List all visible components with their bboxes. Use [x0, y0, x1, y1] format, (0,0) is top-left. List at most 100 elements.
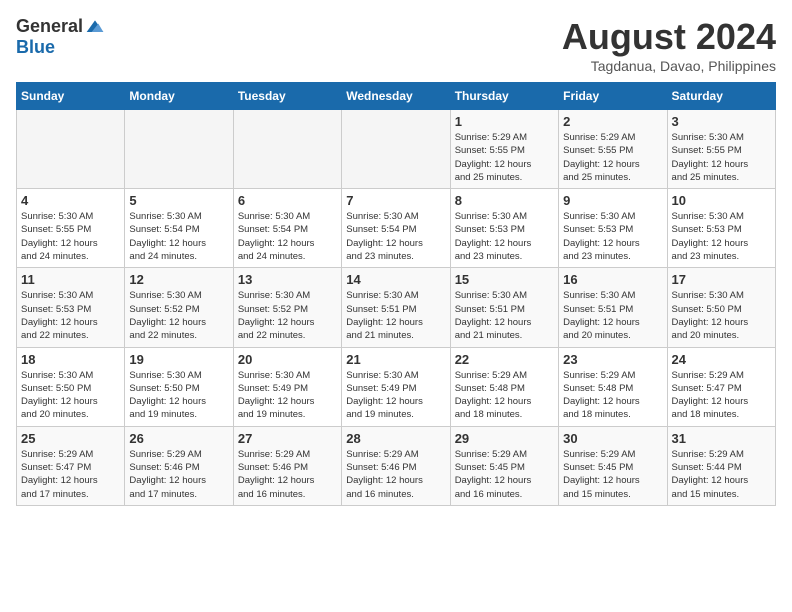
calendar-table: SundayMondayTuesdayWednesdayThursdayFrid…: [16, 82, 776, 506]
cell-info: Sunrise: 5:30 AM Sunset: 5:54 PM Dayligh…: [129, 210, 228, 263]
calendar-cell: 30Sunrise: 5:29 AM Sunset: 5:45 PM Dayli…: [559, 426, 667, 505]
calendar-week-4: 18 Sunrise: 5:30 AM Sunset: 5:50 PM Dayli…: [17, 347, 776, 426]
cell-date: 2: [563, 114, 662, 129]
calendar-cell: [17, 110, 125, 189]
cell-info: Sunrise: 5:30 AM Sunset: 5:51 PM Dayligh…: [346, 289, 445, 342]
cell-info: Sunrise: 5:29 AM Sunset: 5:55 PM Dayligh…: [455, 131, 554, 184]
calendar-cell: 25 Sunrise: 5:29 AM Sunset: 5:47 PM Dayli…: [17, 426, 125, 505]
cell-info: Sunrise: 5:30 AM Sunset: 5:50 PM Dayligh…: [129, 369, 228, 422]
cell-date: 28: [346, 431, 445, 446]
cell-date: 7: [346, 193, 445, 208]
cell-info: Sunrise: 5:30 AM Sunset: 5:50 PM Dayligh…: [21, 369, 120, 422]
cell-info: Sunrise: 5:30 AM Sunset: 5:50 PM Dayligh…: [672, 289, 771, 342]
calendar-cell: 8 Sunrise: 5:30 AM Sunset: 5:53 PM Daylig…: [450, 189, 558, 268]
calendar-cell: 27Sunrise: 5:29 AM Sunset: 5:46 PM Dayli…: [233, 426, 341, 505]
calendar-cell: 28 Sunrise: 5:29 AM Sunset: 5:46 PM Dayli…: [342, 426, 450, 505]
cell-date: 22: [455, 352, 554, 367]
day-header-tuesday: Tuesday: [233, 83, 341, 110]
day-header-wednesday: Wednesday: [342, 83, 450, 110]
calendar-cell: 4 Sunrise: 5:30 AM Sunset: 5:55 PM Daylig…: [17, 189, 125, 268]
cell-info: Sunrise: 5:30 AM Sunset: 5:54 PM Dayligh…: [346, 210, 445, 263]
calendar-cell: 17 Sunrise: 5:30 AM Sunset: 5:50 PM Dayli…: [667, 268, 775, 347]
day-header-monday: Monday: [125, 83, 233, 110]
cell-date: 19: [129, 352, 228, 367]
cell-date: 20: [238, 352, 337, 367]
cell-date: 17: [672, 272, 771, 287]
cell-date: 12: [129, 272, 228, 287]
calendar-cell: 20 Sunrise: 5:30 AM Sunset: 5:49 PM Dayli…: [233, 347, 341, 426]
cell-date: 13: [238, 272, 337, 287]
cell-info: Sunrise: 5:30 AM Sunset: 5:51 PM Dayligh…: [455, 289, 554, 342]
cell-date: 14: [346, 272, 445, 287]
cell-date: 5: [129, 193, 228, 208]
cell-info: Sunrise: 5:29 AM Sunset: 5:46 PM Dayligh…: [129, 448, 228, 501]
calendar-week-3: 11 Sunrise: 5:30 AM Sunset: 5:53 PM Dayli…: [17, 268, 776, 347]
cell-info: Sunrise: 5:30 AM Sunset: 5:52 PM Dayligh…: [129, 289, 228, 342]
cell-date: 10: [672, 193, 771, 208]
calendar-cell: 21Sunrise: 5:30 AM Sunset: 5:49 PM Dayli…: [342, 347, 450, 426]
location-title: Tagdanua, Davao, Philippines: [562, 58, 776, 74]
cell-date: 15: [455, 272, 554, 287]
page-header: General Blue August 2024 Tagdanua, Davao…: [16, 16, 776, 74]
calendar-cell: [125, 110, 233, 189]
calendar-cell: 15 Sunrise: 5:30 AM Sunset: 5:51 PM Dayli…: [450, 268, 558, 347]
logo-general: General: [16, 16, 83, 37]
cell-date: 3: [672, 114, 771, 129]
logo: General Blue: [16, 16, 105, 58]
cell-date: 1: [455, 114, 554, 129]
cell-date: 11: [21, 272, 120, 287]
cell-date: 8: [455, 193, 554, 208]
calendar-cell: 18 Sunrise: 5:30 AM Sunset: 5:50 PM Dayli…: [17, 347, 125, 426]
cell-info: Sunrise: 5:30 AM Sunset: 5:53 PM Dayligh…: [21, 289, 120, 342]
cell-info: Sunrise: 5:30 AM Sunset: 5:52 PM Dayligh…: [238, 289, 337, 342]
calendar-cell: 22Sunrise: 5:29 AM Sunset: 5:48 PM Dayli…: [450, 347, 558, 426]
day-header-friday: Friday: [559, 83, 667, 110]
calendar-cell: 24Sunrise: 5:29 AM Sunset: 5:47 PM Dayli…: [667, 347, 775, 426]
calendar-cell: 23Sunrise: 5:29 AM Sunset: 5:48 PM Dayli…: [559, 347, 667, 426]
calendar-cell: 3 Sunrise: 5:30 AM Sunset: 5:55 PM Daylig…: [667, 110, 775, 189]
calendar-cell: [233, 110, 341, 189]
cell-info: Sunrise: 5:29 AM Sunset: 5:46 PM Dayligh…: [346, 448, 445, 501]
cell-info: Sunrise: 5:30 AM Sunset: 5:55 PM Dayligh…: [21, 210, 120, 263]
calendar-cell: 11 Sunrise: 5:30 AM Sunset: 5:53 PM Dayli…: [17, 268, 125, 347]
cell-info: Sunrise: 5:29 AM Sunset: 5:55 PM Dayligh…: [563, 131, 662, 184]
calendar-cell: 26 Sunrise: 5:29 AM Sunset: 5:46 PM Dayli…: [125, 426, 233, 505]
cell-date: 6: [238, 193, 337, 208]
month-title: August 2024: [562, 16, 776, 58]
cell-info: Sunrise: 5:29 AM Sunset: 5:44 PM Dayligh…: [672, 448, 771, 501]
cell-info: Sunrise: 5:30 AM Sunset: 5:53 PM Dayligh…: [455, 210, 554, 263]
calendar-cell: 19 Sunrise: 5:30 AM Sunset: 5:50 PM Dayli…: [125, 347, 233, 426]
title-section: August 2024 Tagdanua, Davao, Philippines: [562, 16, 776, 74]
calendar-body: 1 Sunrise: 5:29 AM Sunset: 5:55 PM Daylig…: [17, 110, 776, 506]
day-header-saturday: Saturday: [667, 83, 775, 110]
cell-info: Sunrise: 5:29 AM Sunset: 5:46 PM Dayligh…: [238, 448, 337, 501]
cell-info: Sunrise: 5:30 AM Sunset: 5:55 PM Dayligh…: [672, 131, 771, 184]
cell-info: Sunrise: 5:30 AM Sunset: 5:51 PM Dayligh…: [563, 289, 662, 342]
cell-info: Sunrise: 5:29 AM Sunset: 5:47 PM Dayligh…: [672, 369, 771, 422]
calendar-cell: 1 Sunrise: 5:29 AM Sunset: 5:55 PM Daylig…: [450, 110, 558, 189]
calendar-cell: 31 Sunrise: 5:29 AM Sunset: 5:44 PM Dayli…: [667, 426, 775, 505]
calendar-week-1: 1 Sunrise: 5:29 AM Sunset: 5:55 PM Daylig…: [17, 110, 776, 189]
cell-info: Sunrise: 5:30 AM Sunset: 5:49 PM Dayligh…: [238, 369, 337, 422]
cell-date: 25: [21, 431, 120, 446]
logo-icon: [85, 17, 105, 37]
cell-info: Sunrise: 5:29 AM Sunset: 5:45 PM Dayligh…: [455, 448, 554, 501]
cell-date: 9: [563, 193, 662, 208]
calendar-cell: 10Sunrise: 5:30 AM Sunset: 5:53 PM Dayli…: [667, 189, 775, 268]
cell-date: 26: [129, 431, 228, 446]
calendar-cell: 29Sunrise: 5:29 AM Sunset: 5:45 PM Dayli…: [450, 426, 558, 505]
cell-info: Sunrise: 5:30 AM Sunset: 5:53 PM Dayligh…: [563, 210, 662, 263]
cell-info: Sunrise: 5:29 AM Sunset: 5:47 PM Dayligh…: [21, 448, 120, 501]
cell-date: 31: [672, 431, 771, 446]
calendar-cell: 7 Sunrise: 5:30 AM Sunset: 5:54 PM Daylig…: [342, 189, 450, 268]
cell-date: 18: [21, 352, 120, 367]
calendar-cell: 6 Sunrise: 5:30 AM Sunset: 5:54 PM Daylig…: [233, 189, 341, 268]
cell-info: Sunrise: 5:29 AM Sunset: 5:45 PM Dayligh…: [563, 448, 662, 501]
calendar-cell: 12 Sunrise: 5:30 AM Sunset: 5:52 PM Dayli…: [125, 268, 233, 347]
cell-date: 4: [21, 193, 120, 208]
cell-info: Sunrise: 5:30 AM Sunset: 5:49 PM Dayligh…: [346, 369, 445, 422]
calendar-cell: [342, 110, 450, 189]
calendar-cell: 13 Sunrise: 5:30 AM Sunset: 5:52 PM Dayli…: [233, 268, 341, 347]
calendar-header-row: SundayMondayTuesdayWednesdayThursdayFrid…: [17, 83, 776, 110]
cell-info: Sunrise: 5:30 AM Sunset: 5:54 PM Dayligh…: [238, 210, 337, 263]
